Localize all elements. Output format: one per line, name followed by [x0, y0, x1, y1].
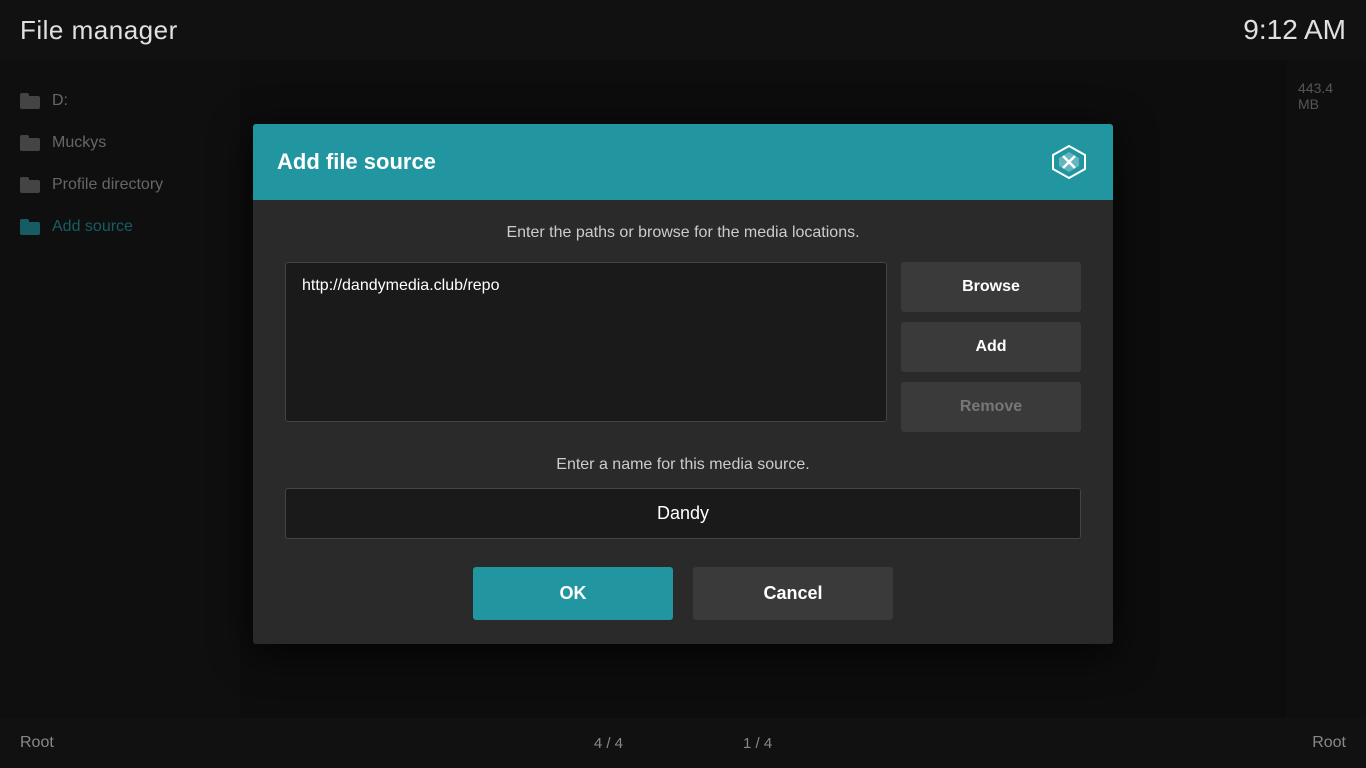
url-buttons: Browse Add Remove — [901, 262, 1081, 432]
bottom-right-label: Root — [1312, 734, 1346, 752]
app-title: File manager — [20, 15, 178, 46]
bottom-bar: Root 4 / 4 1 / 4 Root — [0, 718, 1366, 768]
page-count-left: 4 / 4 — [594, 735, 623, 752]
clock: 9:12 AM — [1243, 14, 1346, 46]
add-file-source-dialog: Add file source Enter the paths or brows… — [253, 124, 1113, 644]
dialog-header: Add file source — [253, 124, 1113, 200]
page-count-right: 1 / 4 — [743, 735, 772, 752]
top-bar: File manager 9:12 AM — [0, 0, 1366, 60]
source-name-input[interactable] — [285, 488, 1081, 539]
bottom-center-info: 4 / 4 1 / 4 — [594, 735, 772, 752]
cancel-button[interactable]: Cancel — [693, 567, 893, 620]
add-button[interactable]: Add — [901, 322, 1081, 372]
name-instruction: Enter a name for this media source. — [285, 456, 1081, 474]
url-input[interactable] — [285, 262, 887, 422]
ok-button[interactable]: OK — [473, 567, 673, 620]
dialog-actions: OK Cancel — [285, 567, 1081, 620]
url-row: Browse Add Remove — [285, 262, 1081, 432]
browse-button[interactable]: Browse — [901, 262, 1081, 312]
dialog-body: Enter the paths or browse for the media … — [253, 200, 1113, 644]
bottom-left-label: Root — [20, 734, 54, 752]
kodi-logo-icon — [1049, 142, 1089, 182]
dialog-instruction: Enter the paths or browse for the media … — [285, 224, 1081, 242]
dialog-title: Add file source — [277, 149, 436, 175]
remove-button[interactable]: Remove — [901, 382, 1081, 432]
